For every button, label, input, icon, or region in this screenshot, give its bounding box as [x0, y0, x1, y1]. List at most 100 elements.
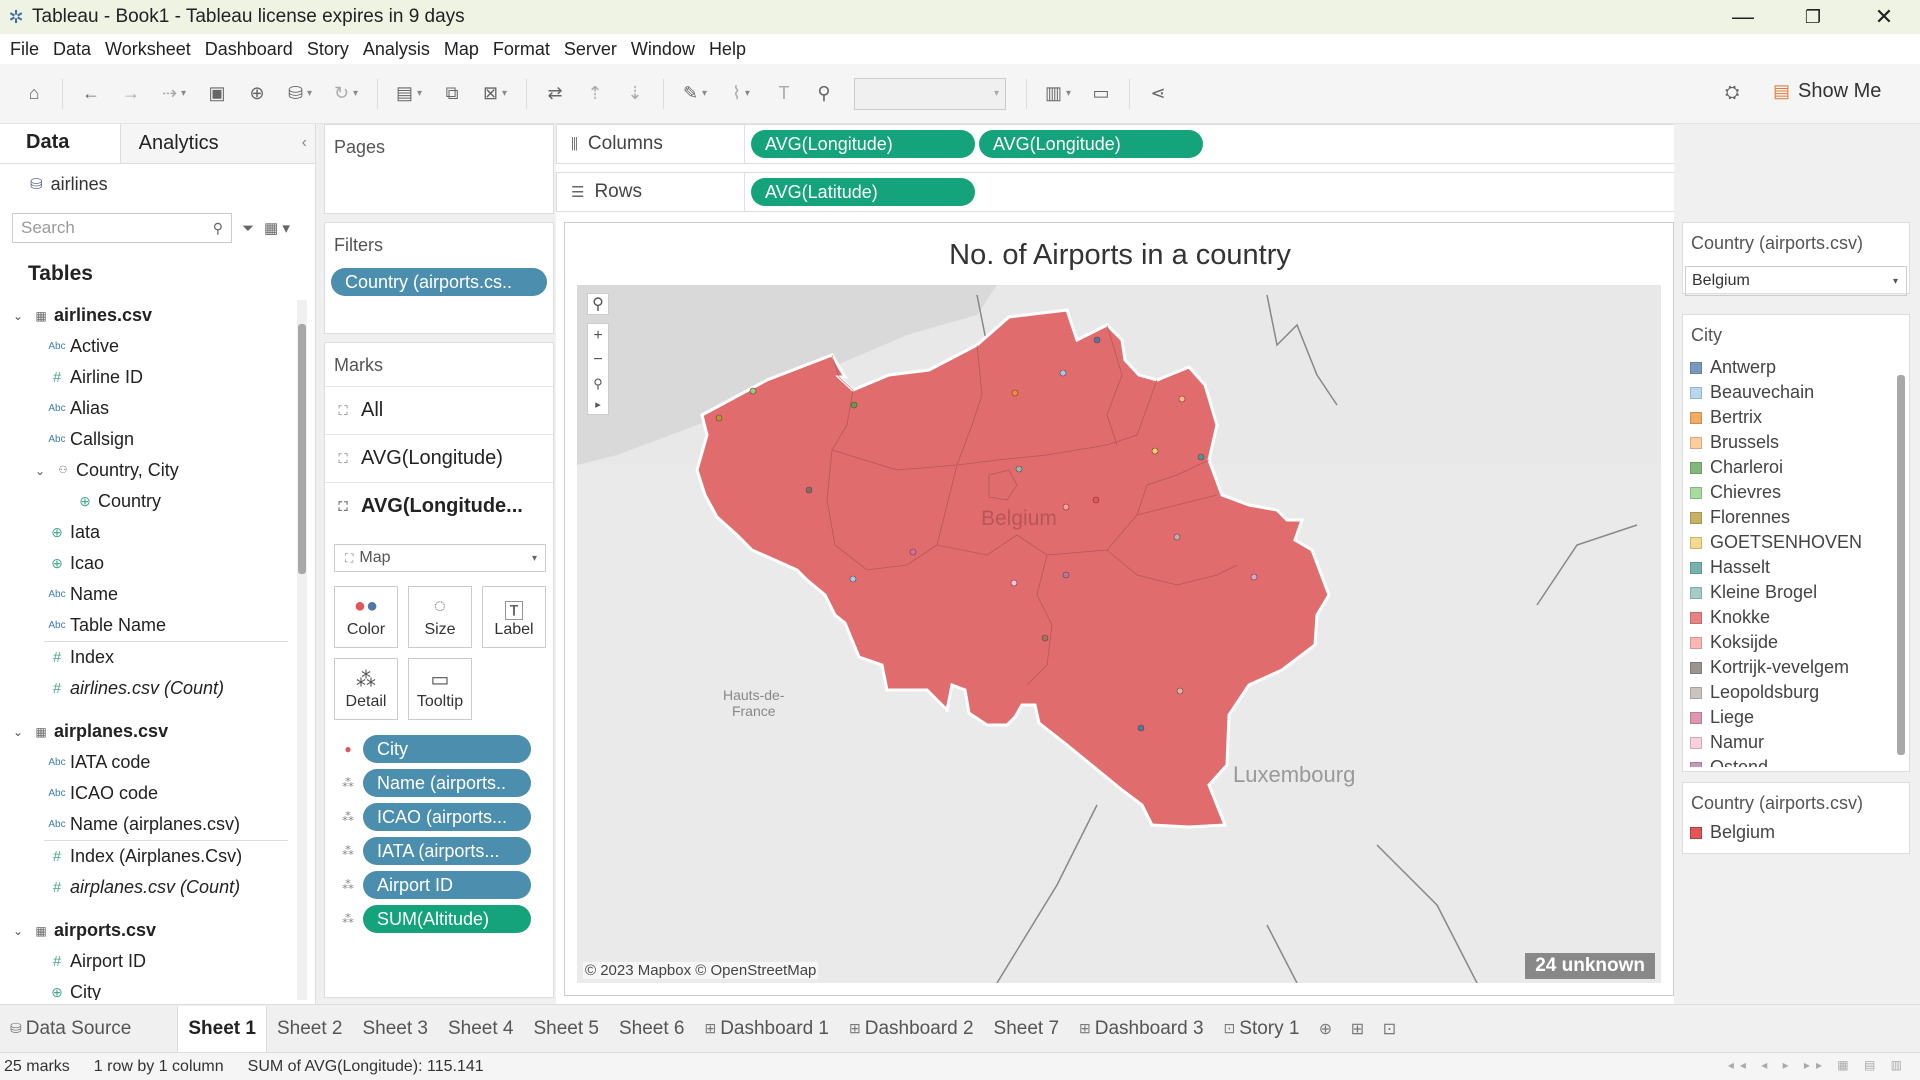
- tab-sheet-2[interactable]: Sheet 2: [267, 1006, 353, 1052]
- airport-marker[interactable]: [1011, 389, 1019, 397]
- field-item[interactable]: ⊕ City: [0, 977, 295, 1000]
- tab-dashboard-3[interactable]: ⊞ Dashboard 3: [1069, 1006, 1214, 1052]
- field-item[interactable]: ⊕ Icao: [0, 548, 295, 579]
- measure-item[interactable]: # airlines.csv (Count): [0, 673, 295, 704]
- new-story-icon[interactable]: ⊡: [1373, 1019, 1405, 1039]
- new-datasource-icon[interactable]: ⊕: [237, 77, 277, 111]
- restore-button[interactable]: ❐: [1777, 0, 1849, 34]
- airport-marker[interactable]: [1137, 724, 1145, 732]
- presentation-mode-icon[interactable]: ▭: [1081, 77, 1121, 111]
- legend-scrollbar[interactable]: [1897, 375, 1905, 755]
- unknown-indicator[interactable]: 24 unknown: [1525, 953, 1655, 979]
- menu-data[interactable]: Data: [47, 39, 97, 60]
- airport-marker[interactable]: [1178, 395, 1186, 403]
- airport-marker[interactable]: [749, 387, 757, 395]
- airport-marker[interactable]: [715, 414, 723, 422]
- legend-item-city[interactable]: Hasselt: [1683, 555, 1893, 580]
- size-button[interactable]: ◌ Size: [408, 586, 472, 648]
- replay-icon[interactable]: ⇢: [151, 77, 197, 111]
- filters-card[interactable]: Filters Country (airports.cs..: [324, 222, 554, 334]
- filter-pill-country[interactable]: Country (airports.cs..: [331, 268, 547, 296]
- legend-item-city[interactable]: Beauvechain: [1683, 380, 1893, 405]
- legend-item-city[interactable]: Charleroi: [1683, 455, 1893, 480]
- share-icon[interactable]: ⋖: [1138, 77, 1178, 111]
- tab-data[interactable]: Data: [0, 124, 120, 163]
- airport-marker[interactable]: [1059, 369, 1067, 377]
- tooltip-button[interactable]: ▭ Tooltip: [408, 658, 472, 720]
- highlight-icon[interactable]: ✎: [672, 77, 718, 111]
- map-canvas[interactable]: ⚲ + − ⚲ ▸ Belgium Hauts-de- France Luxem…: [577, 285, 1661, 983]
- color-button[interactable]: ●● Color: [334, 586, 398, 648]
- tab-sheet-7[interactable]: Sheet 7: [984, 1006, 1070, 1052]
- tab-sheet-5[interactable]: Sheet 5: [523, 1006, 609, 1052]
- filter-icon[interactable]: ⏷: [242, 220, 254, 237]
- airport-marker[interactable]: [1062, 571, 1070, 579]
- pages-card[interactable]: Pages: [324, 124, 554, 214]
- legend-item-city[interactable]: Chievres: [1683, 480, 1893, 505]
- collapse-pane-icon[interactable]: ‹: [302, 134, 307, 152]
- tab-dashboard-2[interactable]: ⊞ Dashboard 2: [839, 1006, 984, 1052]
- airport-marker[interactable]: [1151, 447, 1159, 455]
- field-item[interactable]: Abc Callsign: [0, 424, 295, 455]
- airport-marker[interactable]: [850, 401, 858, 409]
- clear-sheet-icon[interactable]: ⊠: [472, 77, 518, 111]
- marks-layer-avg-longitude-2[interactable]: ⛶ AVG(Longitude...: [325, 482, 553, 530]
- airport-marker[interactable]: [805, 486, 813, 494]
- airport-marker[interactable]: [1015, 465, 1023, 473]
- field-item[interactable]: Abc ICAO code: [0, 778, 295, 809]
- airport-marker[interactable]: [909, 548, 917, 556]
- undo-icon[interactable]: ←: [71, 77, 111, 111]
- mark-pill-sum-altitude[interactable]: SUM(Altitude): [363, 905, 531, 933]
- field-item[interactable]: Abc Active: [0, 331, 295, 362]
- chevron-down-icon[interactable]: ⌄: [30, 464, 50, 478]
- field-item[interactable]: Abc Alias: [0, 393, 295, 424]
- mark-pill-iata[interactable]: IATA (airports...: [363, 837, 531, 865]
- chevron-down-icon[interactable]: ⌄: [8, 725, 28, 739]
- menu-help[interactable]: Help: [703, 39, 752, 60]
- pin-icon[interactable]: ⚲: [593, 376, 603, 392]
- menu-dashboard[interactable]: Dashboard: [199, 39, 299, 60]
- measure-item[interactable]: # Index (Airplanes.Csv): [0, 841, 295, 872]
- field-item[interactable]: # Airline ID: [0, 362, 295, 393]
- legend-item-city[interactable]: Ostend: [1683, 755, 1893, 767]
- minimize-button[interactable]: —: [1707, 0, 1779, 34]
- tab-sheet-6[interactable]: Sheet 6: [609, 1006, 695, 1052]
- tab-sheet-3[interactable]: Sheet 3: [352, 1006, 438, 1052]
- field-item[interactable]: Abc Name (airplanes.csv): [0, 809, 295, 840]
- legend-item-city[interactable]: Antwerp: [1683, 355, 1893, 380]
- field-item[interactable]: ⊕ Iata: [0, 517, 295, 548]
- tab-dashboard-1[interactable]: ⊞ Dashboard 1: [694, 1006, 839, 1052]
- menu-worksheet[interactable]: Worksheet: [99, 39, 197, 60]
- show-me-button[interactable]: ▤ Show Me: [1773, 80, 1881, 103]
- swap-rows-columns-icon[interactable]: ⇄: [535, 77, 575, 111]
- mark-type-dropdown[interactable]: ⛶ Map ▾: [334, 544, 546, 572]
- datasource-item[interactable]: ⛁ airlines: [0, 164, 315, 204]
- redo-icon[interactable]: →: [111, 77, 151, 111]
- mark-pill-airport-id[interactable]: Airport ID: [363, 871, 531, 899]
- detail-button[interactable]: ⁂ Detail: [334, 658, 398, 720]
- menu-window[interactable]: Window: [625, 39, 701, 60]
- group-members-icon[interactable]: ⌇: [718, 77, 764, 111]
- sheet-title[interactable]: No. of Airports in a country: [565, 239, 1675, 272]
- field-item[interactable]: Abc Table Name: [0, 610, 295, 641]
- field-item[interactable]: # Airport ID: [0, 946, 295, 977]
- show-mark-labels-icon[interactable]: T: [764, 77, 804, 111]
- view-options-icon[interactable]: ▦ ▾: [264, 219, 290, 237]
- show-cards-icon[interactable]: ▥: [1035, 77, 1081, 111]
- pause-updates-icon[interactable]: ⛁: [277, 77, 323, 111]
- new-worksheet-icon[interactable]: ▤: [386, 77, 432, 111]
- map-search-icon[interactable]: ⚲: [587, 293, 609, 315]
- column-pill-longitude-1[interactable]: AVG(Longitude): [751, 130, 975, 158]
- tab-sheet-1[interactable]: Sheet 1: [177, 1005, 267, 1052]
- field-item[interactable]: ⊕ Country: [0, 486, 295, 517]
- menu-format[interactable]: Format: [487, 39, 556, 60]
- legend-item-city[interactable]: Kortrijk-vevelgem: [1683, 655, 1893, 680]
- legend-item-city[interactable]: Bertrix: [1683, 405, 1893, 430]
- duplicate-sheet-icon[interactable]: ⧉: [432, 77, 472, 111]
- zoom-out-icon[interactable]: −: [593, 351, 602, 369]
- airport-marker[interactable]: [849, 575, 857, 583]
- marks-layer-avg-longitude[interactable]: ⛶ AVG(Longitude): [325, 434, 553, 482]
- legend-item-city[interactable]: Florennes: [1683, 505, 1893, 530]
- fit-dropdown[interactable]: ▾: [854, 77, 1006, 110]
- country-filter-dropdown[interactable]: Belgium ▾: [1685, 266, 1907, 296]
